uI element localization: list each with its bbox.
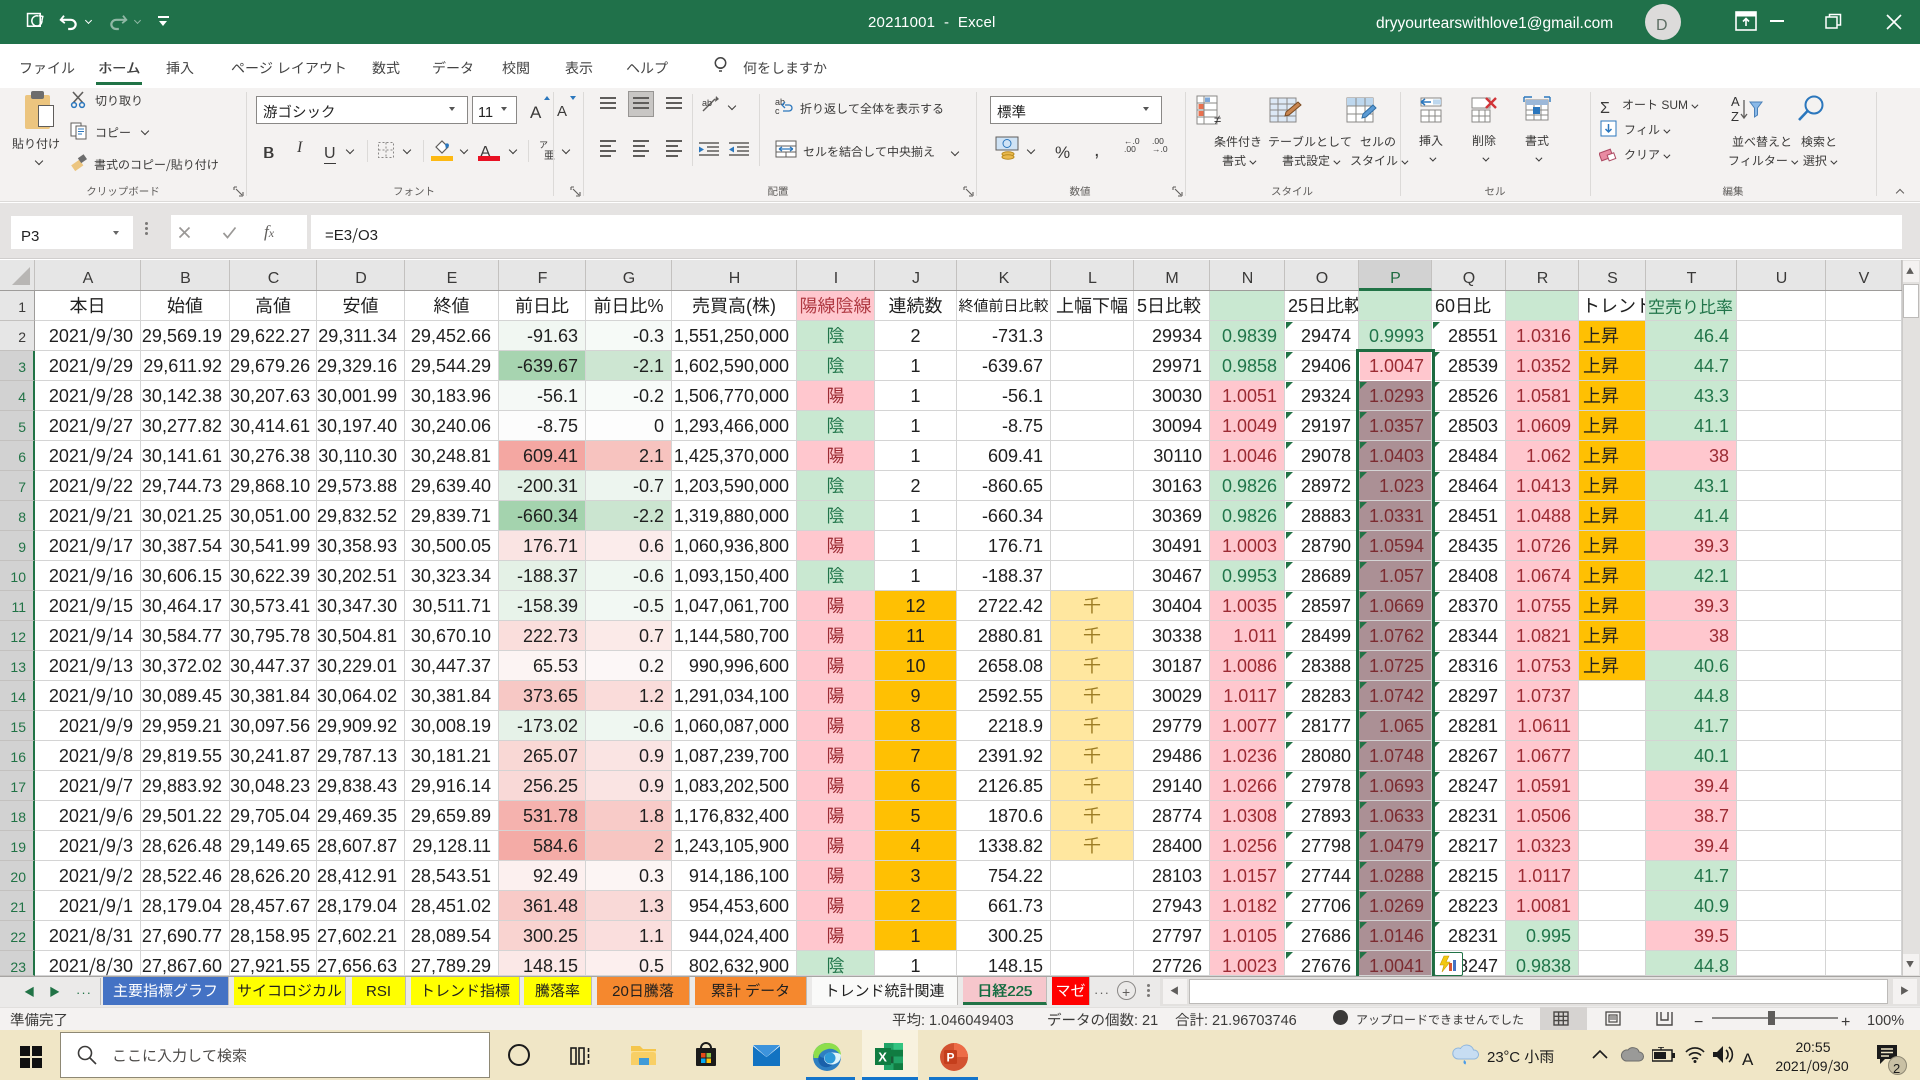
svg-text:Z: Z — [1731, 106, 1739, 124]
svg-text:≠: ≠ — [1214, 109, 1221, 128]
svg-text:P: P — [947, 1051, 955, 1065]
svg-text:c: c — [775, 104, 780, 115]
svg-text:ab: ab — [702, 96, 712, 109]
svg-text:X: X — [878, 1050, 887, 1065]
